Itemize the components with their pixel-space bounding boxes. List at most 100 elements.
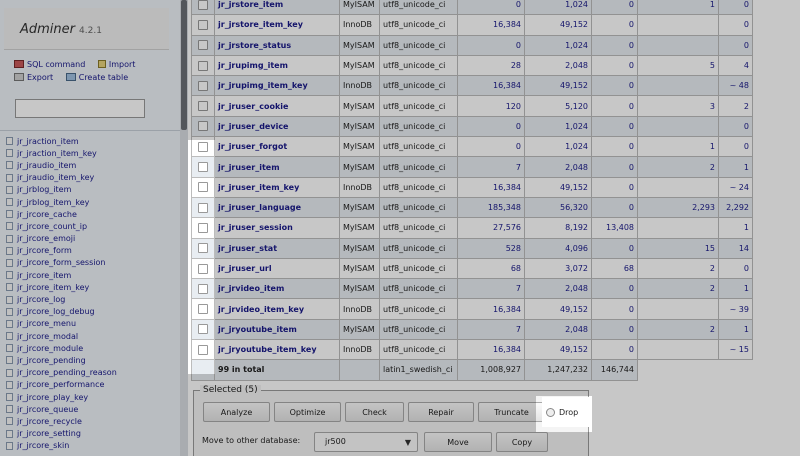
rows-cell[interactable]: ~ 39	[718, 298, 753, 320]
sidebar-table-name[interactable]: jr_jrcore_modal	[17, 332, 78, 341]
auto-increment-cell[interactable]	[637, 75, 719, 97]
sidebar-table-name[interactable]: jr_jrcore_form_session	[17, 258, 105, 267]
index-length-cell[interactable]: 1,024	[524, 34, 592, 56]
data-length-cell[interactable]: 185,348	[457, 196, 525, 219]
sidebar-table-item[interactable]: jr_jrblog_item_key	[6, 196, 172, 208]
sidebar-table-name[interactable]: jr_jrcore_recycle	[17, 417, 82, 426]
table-name-link[interactable]: jr_jrvideo_item	[214, 278, 340, 300]
drop-button[interactable]: Drop	[542, 397, 594, 427]
rows-cell[interactable]: ~ 24	[718, 176, 753, 198]
sidebar-table-item[interactable]: jr_jrcore_log_debug	[6, 306, 172, 318]
data-free-cell[interactable]: 0	[591, 318, 638, 341]
sidebar-table-item[interactable]: jr_jraudio_item_key	[6, 172, 172, 184]
table-icon[interactable]	[6, 441, 13, 450]
data-length-cell[interactable]: 0	[457, 0, 525, 16]
analyze-button[interactable]: Analyze	[203, 402, 270, 422]
sidebar-table-item[interactable]: jr_jrcore_form_session	[6, 257, 172, 269]
data-length-cell[interactable]: 0	[457, 136, 525, 158]
data-free-cell[interactable]: 0	[591, 237, 638, 259]
sidebar-table-name[interactable]: jr_jrcore_form	[17, 246, 72, 255]
sidebar-table-item[interactable]: jr_jrcore_setting	[6, 428, 172, 440]
table-icon[interactable]	[6, 234, 13, 243]
index-length-cell[interactable]: 1,024	[524, 115, 592, 138]
data-free-cell[interactable]: 13,408	[591, 217, 638, 239]
table-name-link[interactable]: jr_jruser_session	[214, 217, 340, 239]
sidebar-table-item[interactable]: jr_jrcore_log	[6, 293, 172, 305]
table-name-link[interactable]: jr_jrupimg_item_key	[214, 75, 340, 97]
table-icon[interactable]	[6, 319, 13, 328]
data-free-cell[interactable]: 0	[591, 54, 638, 77]
sidebar-table-name[interactable]: jr_jrcore_item	[17, 271, 71, 280]
auto-increment-cell[interactable]: 5	[637, 54, 719, 77]
table-name-link[interactable]: jr_jrvideo_item_key	[214, 298, 340, 320]
data-length-cell[interactable]: 16,384	[457, 339, 525, 361]
index-length-cell[interactable]: 49,152	[524, 339, 592, 361]
index-length-cell[interactable]: 8,192	[524, 217, 592, 239]
sidebar-table-name[interactable]: jr_jrcore_queue	[17, 405, 78, 414]
sidebar-table-item[interactable]: jr_jrcore_recycle	[6, 415, 172, 427]
sidebar-table-name[interactable]: jr_jrcore_menu	[17, 319, 76, 328]
sidebar-table-name[interactable]: jr_jrcore_skin	[17, 441, 69, 450]
sidebar-table-name[interactable]: jr_jraudio_item	[17, 161, 76, 170]
sidebar-table-item[interactable]: jr_jrcore_emoji	[6, 233, 172, 245]
table-icon[interactable]	[6, 405, 13, 414]
sidebar-table-item[interactable]: jr_jrcore_pending_reason	[6, 367, 172, 379]
table-icon[interactable]	[6, 295, 13, 304]
sql-command-link[interactable]: SQL command	[14, 58, 85, 70]
table-icon[interactable]	[6, 173, 13, 182]
data-length-cell[interactable]: 16,384	[457, 75, 525, 97]
sidebar-table-name[interactable]: jr_jrcore_module	[17, 344, 83, 353]
data-free-cell[interactable]: 0	[591, 196, 638, 219]
table-name-link[interactable]: jr_jruser_item	[214, 156, 340, 178]
table-icon[interactable]	[6, 185, 13, 194]
truncate-button[interactable]: Truncate	[478, 402, 545, 422]
data-free-cell[interactable]: 0	[591, 115, 638, 138]
sidebar-table-name[interactable]: jr_jrblog_item	[17, 185, 71, 194]
table-name-link[interactable]: jr_jruser_item_key	[214, 176, 340, 198]
sidebar-table-name[interactable]: jr_jrcore_log	[17, 295, 65, 304]
auto-increment-cell[interactable]: 2	[637, 278, 719, 300]
rows-cell[interactable]: 0	[718, 257, 753, 280]
table-name-link[interactable]: jr_jruser_url	[214, 257, 340, 280]
rows-cell[interactable]: 2	[718, 95, 753, 117]
row-checkbox[interactable]	[198, 263, 208, 274]
rows-cell[interactable]: 1	[718, 217, 753, 239]
table-icon[interactable]	[6, 246, 13, 255]
row-checkbox[interactable]	[198, 202, 208, 213]
sidebar-table-name[interactable]: jr_jrcore_play_key	[17, 393, 88, 402]
table-icon[interactable]	[6, 149, 13, 158]
sidebar-table-name[interactable]: jr_jraudio_item_key	[17, 173, 94, 182]
rows-cell[interactable]: 0	[718, 136, 753, 158]
data-length-cell[interactable]: 7	[457, 318, 525, 341]
sidebar-table-name[interactable]: jr_jrcore_item_key	[17, 283, 89, 292]
row-checkbox[interactable]	[198, 0, 208, 10]
row-checkbox[interactable]	[198, 243, 208, 254]
auto-increment-cell[interactable]: 1	[637, 0, 719, 16]
data-length-cell[interactable]: 27,576	[457, 217, 525, 239]
sidebar-table-item[interactable]: jr_jrcore_item_key	[6, 281, 172, 293]
auto-increment-cell[interactable]	[637, 14, 719, 36]
data-length-cell[interactable]: 7	[457, 156, 525, 178]
data-length-cell[interactable]: 120	[457, 95, 525, 117]
data-free-cell[interactable]: 0	[591, 95, 638, 117]
sidebar-table-item[interactable]: jr_jrcore_queue	[6, 403, 172, 415]
data-free-cell[interactable]: 0	[591, 298, 638, 320]
row-checkbox[interactable]	[198, 162, 208, 173]
rows-cell[interactable]: ~ 15	[718, 339, 753, 361]
sidebar-table-name[interactable]: jr_jrcore_emoji	[17, 234, 75, 243]
data-free-cell[interactable]: 0	[591, 75, 638, 97]
create-table-link[interactable]: Create table	[65, 71, 128, 83]
index-length-cell[interactable]: 4,096	[524, 237, 592, 259]
auto-increment-cell[interactable]: 2	[637, 318, 719, 341]
rows-cell[interactable]: 0	[718, 115, 753, 138]
import-link[interactable]: Import	[97, 58, 135, 70]
export-link[interactable]: Export	[14, 71, 53, 83]
sidebar-table-item[interactable]: jr_jrcore_module	[6, 342, 172, 354]
table-icon[interactable]	[6, 344, 13, 353]
move-button[interactable]: Move	[424, 432, 492, 452]
table-icon[interactable]	[6, 198, 13, 207]
data-free-cell[interactable]: 0	[591, 176, 638, 198]
table-icon[interactable]	[6, 393, 13, 402]
table-icon[interactable]	[6, 429, 13, 438]
table-name-link[interactable]: jr_jrupimg_item	[214, 54, 340, 77]
